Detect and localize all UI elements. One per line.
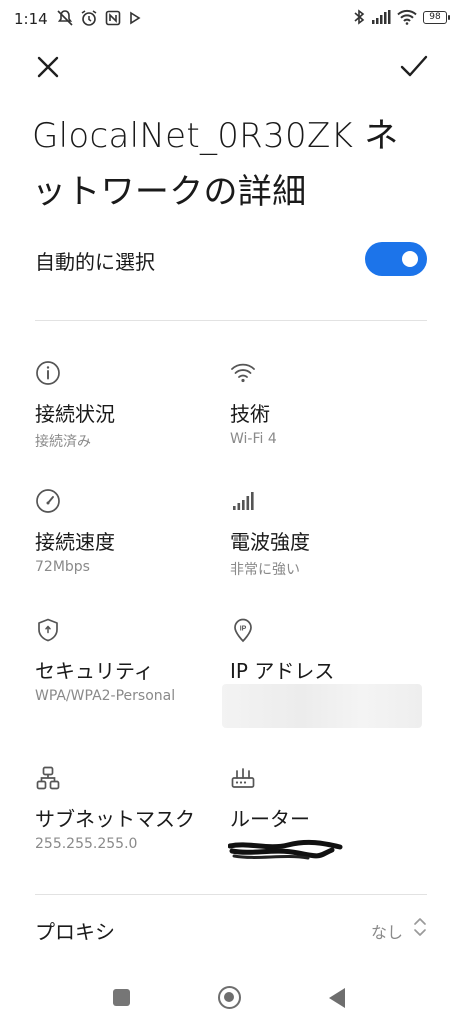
status-time: 1:14: [14, 10, 48, 28]
check-icon: [400, 55, 428, 77]
detail-value: 非常に強い: [230, 562, 300, 578]
toggle-knob: [402, 251, 418, 267]
chevron-updown-icon: [414, 918, 426, 936]
signal-strength-icon: [233, 492, 254, 510]
alarm-icon: [81, 10, 97, 26]
proxy-row[interactable]: プロキシ なし: [35, 910, 427, 950]
shield-icon: [38, 618, 58, 642]
divider: [35, 894, 427, 895]
bluetooth-icon: [354, 9, 365, 25]
page-title: GlocalNet_0R30ZK ネットワークの詳細: [32, 116, 399, 212]
auto-select-label: 自動的に選択: [35, 250, 155, 274]
redacted-router-value: [228, 839, 343, 860]
auto-select-toggle[interactable]: [365, 242, 427, 276]
nfc-icon: [105, 10, 121, 26]
speedometer-icon: [36, 489, 60, 513]
detail-value: Wi-Fi 4: [230, 431, 277, 447]
cellular-signal-icon: [372, 10, 391, 24]
detail-label: サブネットマスク: [35, 807, 195, 831]
battery-indicator: 98: [423, 10, 450, 24]
detail-label: セキュリティ: [35, 659, 154, 683]
divider: [35, 320, 427, 321]
close-icon: [37, 56, 59, 78]
detail-label: 接続速度: [35, 530, 115, 554]
detail-label: ルーター: [230, 807, 310, 831]
detail-label: 技術: [230, 402, 270, 426]
detail-value: 72Mbps: [35, 559, 90, 575]
detail-technology: 技術 Wi-Fi 4: [230, 360, 420, 447]
close-button[interactable]: [34, 53, 62, 81]
router-icon: [231, 768, 255, 788]
auto-select-row: 自動的に選択: [35, 238, 427, 280]
detail-label: 電波強度: [230, 530, 310, 554]
navigation-bar: [0, 975, 461, 1024]
detail-value: 接続済み: [35, 434, 91, 450]
confirm-button[interactable]: [399, 53, 429, 81]
svg-text:IP: IP: [240, 626, 247, 633]
info-icon: [36, 361, 60, 385]
redacted-ip-value: [222, 684, 422, 728]
proxy-value: なし: [370, 923, 403, 942]
detail-ip-address: IP IP アドレス: [230, 617, 420, 683]
detail-label: 接続状況: [35, 402, 115, 426]
detail-link-speed: 接続速度 72Mbps: [35, 488, 225, 575]
detail-value: 255.255.255.0: [35, 836, 138, 852]
back-button[interactable]: [329, 988, 345, 1008]
ip-pin-icon: IP: [234, 618, 252, 643]
wifi-status-icon: [397, 9, 417, 25]
detail-value: WPA/WPA2-Personal: [35, 688, 176, 704]
wifi-icon: [231, 363, 255, 383]
detail-security: セキュリティ WPA/WPA2-Personal: [35, 617, 225, 704]
play-store-icon: [130, 11, 141, 25]
recents-button[interactable]: [113, 989, 130, 1006]
proxy-label: プロキシ: [35, 920, 115, 944]
system-status-icons: 98: [353, 8, 450, 26]
detail-subnet-mask: サブネットマスク 255.255.255.0: [35, 765, 225, 852]
detail-router: ルーター: [230, 765, 420, 831]
mute-icon: [57, 10, 73, 26]
detail-signal-strength: 電波強度 非常に強い: [230, 488, 420, 578]
detail-label: IP アドレス: [230, 659, 335, 683]
notification-icons: [56, 9, 142, 27]
subnet-icon: [36, 766, 60, 790]
detail-connection-status: 接続状況 接続済み: [35, 360, 225, 450]
home-button[interactable]: [218, 986, 241, 1009]
status-bar: 1:14 98: [0, 0, 461, 40]
